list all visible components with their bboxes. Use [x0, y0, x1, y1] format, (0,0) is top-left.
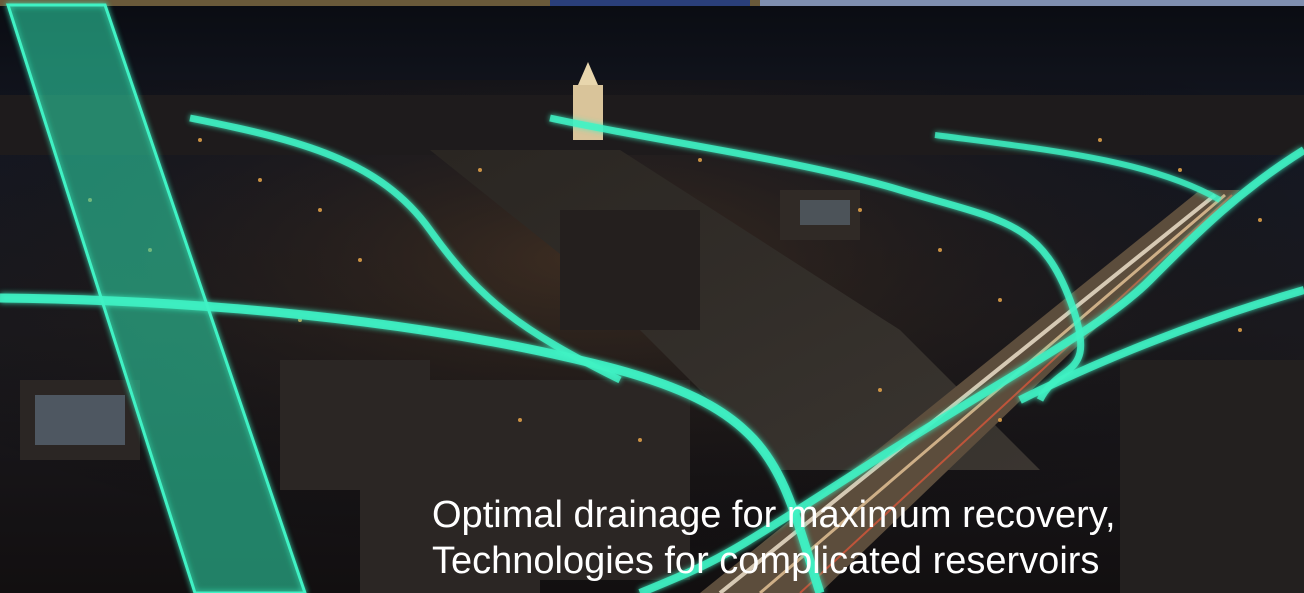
caption-line-2: Technologies for complicated reservoirs	[432, 540, 1100, 582]
slogan-caption: Optimal drainage for maximum recovery, T…	[432, 492, 1300, 584]
city-skyline	[0, 95, 1304, 155]
caption-line-1: Optimal drainage for maximum recovery,	[432, 494, 1116, 536]
